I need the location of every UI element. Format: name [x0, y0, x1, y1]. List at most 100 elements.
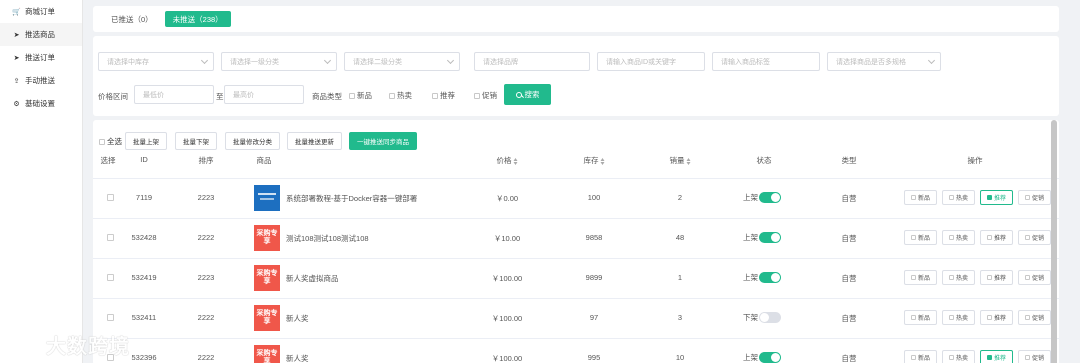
sidebar-item-manual-push[interactable]: ⇪ 手动推送 [0, 69, 82, 92]
cell-price: ￥100.00 [491, 314, 523, 323]
op-rec-button[interactable]: 推荐 [980, 350, 1013, 363]
op-promo-button[interactable]: 促销 [1018, 310, 1051, 325]
logo-icon [8, 334, 42, 356]
warehouse-select[interactable]: 请选择中库存 [98, 52, 214, 71]
op-hot-button[interactable]: 热卖 [942, 230, 975, 245]
sidebar-item-select-products[interactable]: ➤ 推选商品 [0, 23, 82, 46]
send-icon: ➤ [13, 31, 20, 39]
product-thumbnail [254, 185, 280, 211]
status-toggle[interactable] [759, 232, 781, 243]
cell-sales: 48 [675, 233, 685, 242]
status-toggle[interactable] [759, 352, 781, 363]
cell-sort: 2222 [197, 353, 215, 362]
tab-not-pushed[interactable]: 未推送（238） [164, 11, 231, 27]
upload-icon: ⇪ [13, 77, 20, 85]
brand-input[interactable]: 请选择品牌 [474, 52, 590, 71]
table-row: 7119 2223 系统部署教程-基于Docker容器一键部署 ￥0.00 100 2 上架… [93, 178, 1059, 218]
col-price[interactable]: 价格 [497, 155, 518, 166]
sidebar-item-mall-orders[interactable]: 🛒 商城订单 [0, 0, 82, 23]
product-thumbnail: 采购专享 [254, 265, 280, 291]
cell-stock: 995 [587, 353, 601, 362]
op-promo-button[interactable]: 促销 [1018, 190, 1051, 205]
tab-pushed[interactable]: 已推送（0） [103, 11, 161, 27]
sync-push-button[interactable]: 一键推送同步商品 [349, 132, 417, 150]
status-toggle[interactable] [759, 272, 781, 283]
cell-product-name[interactable]: 新人奖虚拟商品 [286, 273, 339, 284]
cell-status: 上架 [743, 352, 781, 363]
select-all-checkbox[interactable]: 全选 [99, 136, 122, 147]
cell-product-name[interactable]: 测试108测试108测试108 [286, 233, 369, 244]
price-range-label: 价格区间 [98, 92, 128, 101]
cell-id: 7119 [135, 193, 153, 202]
bulk-up-button[interactable]: 批量上架 [125, 132, 167, 150]
op-new-button[interactable]: 新品 [904, 310, 937, 325]
tabs-bar: 已推送（0） 未推送（238） [93, 6, 1059, 32]
row-checkbox[interactable] [107, 314, 114, 321]
op-hot-button[interactable]: 热卖 [942, 350, 975, 363]
gear-icon: ⚙ [13, 100, 20, 108]
sort-icon [686, 157, 691, 165]
category1-select[interactable]: 请选择一级分类 [221, 52, 337, 71]
op-new-button[interactable]: 新品 [904, 230, 937, 245]
filter-panel: 请选择中库存 请选择一级分类 请选择二级分类 请选择品牌 请输入商品ID或关键字… [93, 36, 1059, 116]
status-toggle[interactable] [759, 192, 781, 203]
cell-status: 上架 [743, 192, 781, 203]
type-recommend-checkbox[interactable]: 推荐 [432, 90, 455, 101]
cell-product-name[interactable]: 系统部署教程-基于Docker容器一键部署 [286, 193, 417, 204]
cell-id: 532411 [131, 313, 157, 322]
cell-sales: 2 [677, 193, 683, 202]
to-label: 至 [216, 92, 224, 101]
type-promo-checkbox[interactable]: 促销 [474, 90, 497, 101]
sidebar-item-settings[interactable]: ⚙ 基础设置 [0, 92, 82, 115]
row-checkbox[interactable] [107, 234, 114, 241]
op-hot-button[interactable]: 热卖 [942, 310, 975, 325]
main-content: 已推送（0） 未推送（238） 请选择中库存 请选择一级分类 请选择二级分类 请… [93, 6, 1059, 363]
op-rec-button[interactable]: 推荐 [980, 190, 1013, 205]
tag-input[interactable]: 请输入商品标签 [712, 52, 820, 71]
col-actions: 操作 [967, 156, 983, 165]
op-rec-button[interactable]: 推荐 [980, 230, 1013, 245]
op-new-button[interactable]: 新品 [904, 270, 937, 285]
cell-product-name[interactable]: 新人奖 [286, 313, 309, 324]
cell-sales: 10 [675, 353, 685, 362]
op-hot-button[interactable]: 热卖 [942, 190, 975, 205]
op-promo-button[interactable]: 促销 [1018, 350, 1051, 363]
op-hot-button[interactable]: 热卖 [942, 270, 975, 285]
op-rec-button[interactable]: 推荐 [980, 310, 1013, 325]
product-thumbnail: 采购专享 [254, 345, 280, 363]
search-button[interactable]: 搜索 [504, 84, 551, 105]
cart-icon: 🛒 [12, 8, 21, 16]
scrollbar[interactable] [1051, 120, 1057, 363]
spec-select[interactable]: 请选择商品是否多规格 [827, 52, 941, 71]
row-checkbox[interactable] [107, 194, 114, 201]
cell-price: ￥10.00 [493, 234, 521, 243]
op-promo-button[interactable]: 促销 [1018, 230, 1051, 245]
status-toggle[interactable] [759, 312, 781, 323]
cell-sales: 3 [677, 313, 683, 322]
keyword-input[interactable]: 请输入商品ID或关键字 [597, 52, 705, 71]
cell-type: 自营 [841, 314, 857, 323]
sidebar-item-push-orders[interactable]: ➤ 推送订单 [0, 46, 82, 69]
bulk-edit-category-button[interactable]: 批量修改分类 [225, 132, 280, 150]
op-promo-button[interactable]: 促销 [1018, 270, 1051, 285]
cell-product-name[interactable]: 新人奖 [286, 353, 309, 363]
type-new-checkbox[interactable]: 新品 [349, 90, 372, 101]
op-new-button[interactable]: 新品 [904, 190, 937, 205]
bulk-down-button[interactable]: 批量下架 [175, 132, 217, 150]
cell-stock: 97 [589, 313, 599, 322]
col-sales[interactable]: 销量 [670, 155, 691, 166]
col-stock[interactable]: 库存 [584, 155, 605, 166]
min-price-input[interactable]: 最低价 [134, 85, 214, 104]
op-new-button[interactable]: 新品 [904, 350, 937, 363]
product-table: 全选 批量上架 批量下架 批量修改分类 批量推送更新 一键推送同步商品 选择 I… [93, 120, 1059, 363]
bulk-push-update-button[interactable]: 批量推送更新 [287, 132, 342, 150]
col-sort: 排序 [198, 156, 214, 165]
max-price-input[interactable]: 最高价 [224, 85, 304, 104]
watermark-logo: 大数跨境 [8, 330, 130, 359]
row-checkbox[interactable] [107, 274, 114, 281]
sidebar-item-label: 推选商品 [25, 30, 55, 39]
col-type: 类型 [841, 156, 857, 165]
op-rec-button[interactable]: 推荐 [980, 270, 1013, 285]
type-hot-checkbox[interactable]: 热卖 [389, 90, 412, 101]
category2-select[interactable]: 请选择二级分类 [344, 52, 460, 71]
